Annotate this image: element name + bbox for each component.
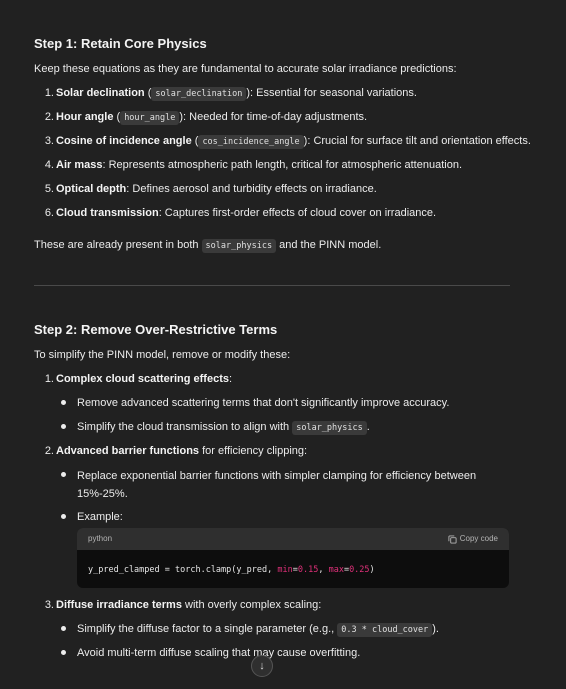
bullet-item: Example: xyxy=(77,511,123,523)
step1-footer: These are already present in both solar_… xyxy=(34,239,382,253)
list-item: Solar declination (solar_declination): E… xyxy=(56,87,417,101)
bullet-item: Remove advanced scattering terms that do… xyxy=(77,397,450,409)
bullet xyxy=(61,472,66,477)
copy-code-button[interactable]: Copy code xyxy=(448,531,498,547)
scroll-down-button[interactable]: ↓ xyxy=(251,655,273,677)
list-number: 4. xyxy=(44,159,54,171)
list-number: 3. xyxy=(44,599,54,611)
inline-code: 0.3 * cloud_cover xyxy=(337,623,433,637)
list-number: 2. xyxy=(44,111,54,123)
step1-intro: Keep these equations as they are fundame… xyxy=(34,63,457,75)
list-item: Diffuse irradiance terms with overly com… xyxy=(56,599,322,611)
code-language: python xyxy=(88,534,113,543)
list-number: 1. xyxy=(44,373,54,385)
list-number: 6. xyxy=(44,207,54,219)
bullet xyxy=(61,650,66,655)
bullet xyxy=(61,626,66,631)
inline-code: solar_physics xyxy=(201,239,277,253)
list-item: Air mass: Represents atmospheric path le… xyxy=(56,159,463,171)
list-item: Hour angle (hour_angle): Needed for time… xyxy=(56,111,368,125)
code-line: y_pred_clamped = torch.clamp(y_pred, min… xyxy=(88,565,375,575)
step2-intro: To simplify the PINN model, remove or mo… xyxy=(34,349,291,361)
list-item: Complex cloud scattering effects: xyxy=(56,373,233,385)
bullet-item: Simplify the diffuse factor to a single … xyxy=(77,623,439,637)
bullet-item: Replace exponential barrier functions wi… xyxy=(77,470,477,500)
arrow-down-icon: ↓ xyxy=(259,660,265,672)
code-block-header: python Copy code xyxy=(77,528,509,550)
list-number: 5. xyxy=(44,183,54,195)
list-item: Optical depth: Defines aerosol and turbi… xyxy=(56,183,377,195)
list-number: 1. xyxy=(44,87,54,99)
bullet xyxy=(61,400,66,405)
bullet xyxy=(61,514,66,519)
list-item: Advanced barrier functions for efficienc… xyxy=(56,445,308,457)
bullet-item: Avoid multi-term diffuse scaling that ma… xyxy=(77,647,361,659)
list-number: 3. xyxy=(44,135,54,147)
step2-heading: Step 2: Remove Over-Restrictive Terms xyxy=(34,322,278,337)
inline-code: solar_physics xyxy=(292,421,367,435)
list-item: Cloud transmission: Captures first-order… xyxy=(56,207,437,219)
bullet xyxy=(61,424,66,429)
step1-heading: Step 1: Retain Core Physics xyxy=(34,36,207,51)
code-block: python Copy code y_pred_clamped = torch.… xyxy=(77,528,509,588)
copy-icon xyxy=(448,534,457,544)
list-item: Cosine of incidence angle (cos_incidence… xyxy=(56,135,531,149)
divider xyxy=(34,285,510,286)
bullet-item: Simplify the cloud transmission to align… xyxy=(77,421,370,435)
inline-code: cos_incidence_angle xyxy=(198,135,304,149)
inline-code: hour_angle xyxy=(120,111,180,125)
list-number: 2. xyxy=(44,445,54,457)
inline-code: solar_declination xyxy=(151,87,247,101)
copy-code-label: Copy code xyxy=(459,534,498,543)
